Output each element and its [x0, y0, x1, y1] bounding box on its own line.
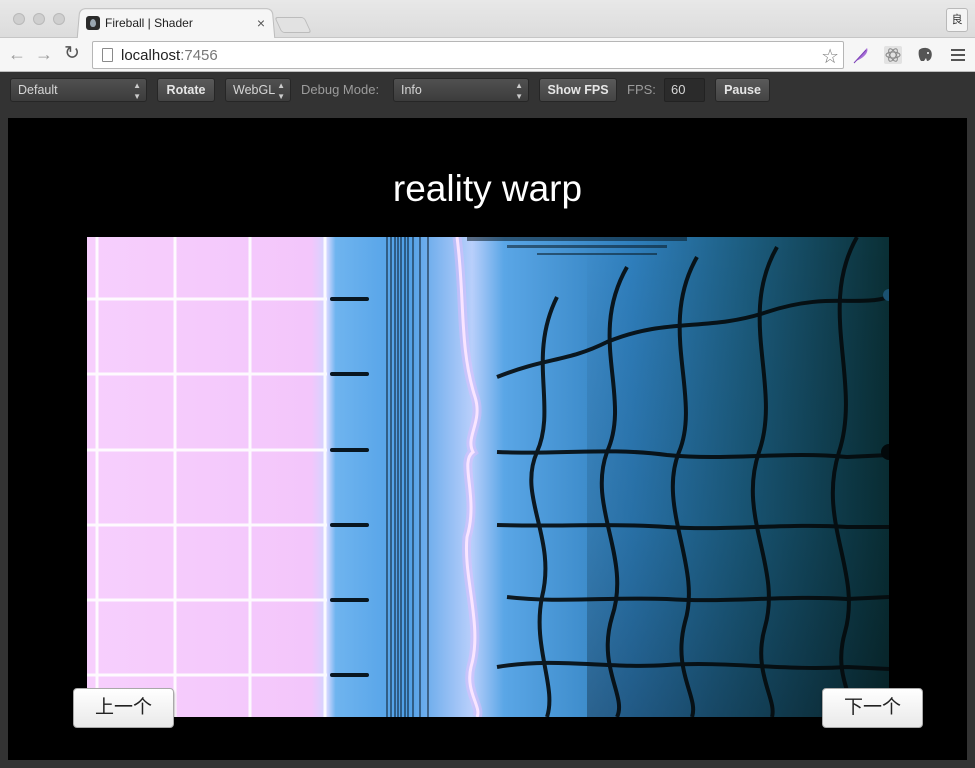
browser-titlebar: Fireball | Shader × 良 [0, 0, 975, 40]
address-bar[interactable]: localhost:7456 ☆ [92, 41, 844, 69]
show-fps-button[interactable]: Show FPS [539, 78, 617, 102]
debug-mode-label: Debug Mode: [301, 82, 380, 97]
select-arrows-icon: ▲ ▼ [515, 81, 523, 101]
tab-close-icon[interactable]: × [254, 15, 268, 31]
game-stage[interactable]: reality warp 上一个 下一个 [8, 118, 967, 760]
prev-button[interactable]: 上一个 [73, 688, 174, 728]
menu-icon[interactable] [949, 46, 967, 64]
next-button[interactable]: 下一个 [822, 688, 923, 728]
fps-label: FPS: [627, 82, 656, 97]
renderer-select[interactable]: WebGL ▲ ▼ [225, 78, 291, 102]
star-icon[interactable]: ☆ [821, 44, 839, 69]
debug-control-bar: Default ▲ ▼ Rotate WebGL ▲ ▼ Debug Mode: I… [0, 72, 975, 108]
page-icon [102, 48, 113, 62]
rotate-button[interactable]: Rotate [157, 78, 215, 102]
scene-select[interactable]: Default ▲ ▼ [10, 78, 147, 102]
back-arrow-icon[interactable]: ← [7, 44, 27, 64]
debug-mode-select[interactable]: Info ▲ ▼ [393, 78, 529, 102]
forward-arrow-icon[interactable]: → [34, 44, 54, 64]
elephant-icon[interactable] [916, 46, 934, 64]
select-arrows-icon: ▲ ▼ [277, 81, 285, 101]
select-arrows-icon: ▲ ▼ [133, 81, 141, 101]
close-window-icon[interactable] [13, 13, 25, 25]
url-host: localhost [121, 46, 181, 64]
browser-tab-content[interactable]: Fireball | Shader × [86, 12, 268, 34]
profile-button[interactable]: 良 [946, 8, 968, 32]
browser-toolbar: ← → ↻ localhost:7456 ☆ [0, 38, 975, 72]
renderer-select-value: WebGL [233, 83, 276, 97]
tab-title: Fireball | Shader [105, 16, 193, 30]
reload-icon[interactable]: ↻ [62, 44, 82, 64]
scene-title: reality warp [392, 168, 583, 209]
fps-input[interactable]: 60 [664, 78, 705, 102]
scene-select-value: Default [18, 83, 58, 97]
pause-button[interactable]: Pause [715, 78, 770, 102]
atom-icon[interactable] [884, 46, 902, 64]
url-port: :7456 [180, 46, 218, 64]
debug-mode-select-value: Info [401, 83, 422, 97]
zoom-window-icon[interactable] [53, 13, 65, 25]
quill-icon[interactable] [852, 46, 870, 64]
minimize-window-icon[interactable] [33, 13, 45, 25]
shader-canvas [87, 237, 889, 717]
fireball-favicon-icon [86, 16, 100, 30]
new-tab-button[interactable] [274, 17, 312, 33]
